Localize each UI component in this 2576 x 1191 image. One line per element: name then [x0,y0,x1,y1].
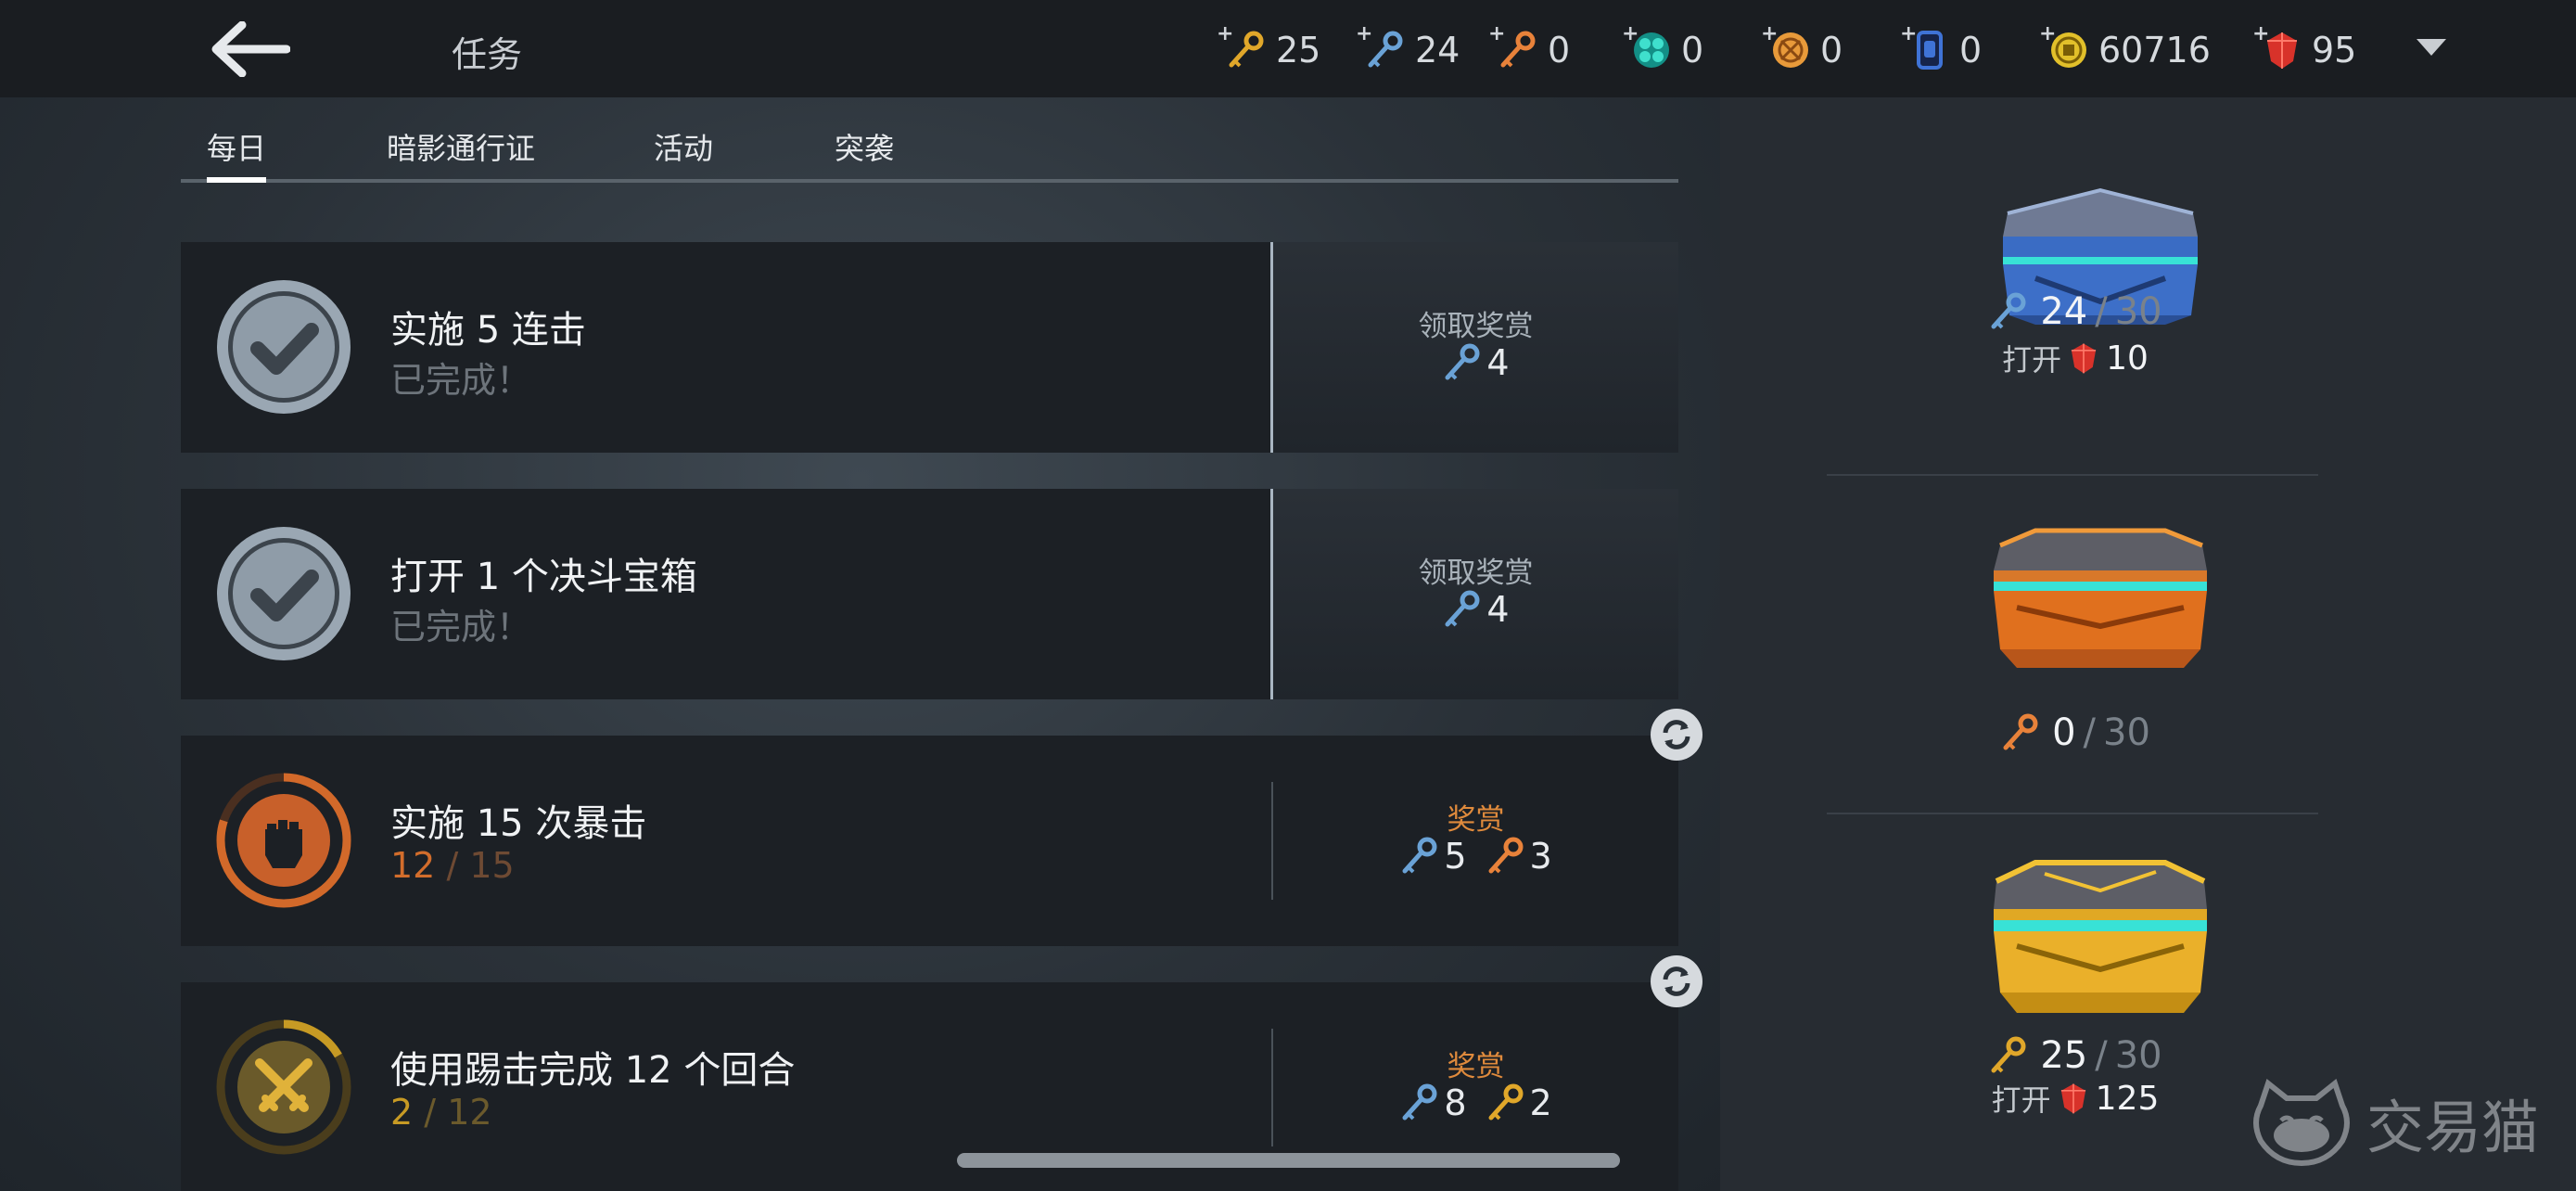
currency-blue-key[interactable]: + 24 [1356,22,1496,72]
page-title: 任务 [452,34,523,75]
cat-logo-icon [2253,1078,2350,1167]
task-status: 已完成！ [390,607,532,647]
reward-label: 领取奖赏 [1418,557,1534,590]
tab-events[interactable]: 活动 [654,125,713,179]
currency-gold-key[interactable]: + 25 [1217,22,1363,72]
task-row: 实施 15 次暴击 12 / 15 奖赏 5 3 [181,736,1678,946]
claim-reward-button[interactable]: 领取奖赏 4 [1273,242,1678,453]
orange-key-icon [1488,837,1523,874]
task-progress: 2 / 12 [390,1092,492,1133]
reward-amount: 8 [1444,1082,1467,1123]
currency-dropdown-button[interactable] [2413,33,2450,61]
blue-key-icon [1402,1083,1437,1121]
gold-key-icon [1991,1036,2026,1073]
check-icon [217,280,351,414]
blue-key-icon [1445,590,1480,627]
currency-ruby[interactable]: + 95 [2252,22,2380,72]
horizontal-scrollbar[interactable] [957,1153,1620,1168]
chest-key-count: 25 / 30 [1890,1034,2261,1077]
refresh-task-button[interactable] [1651,709,1702,761]
back-button[interactable] [206,17,295,82]
orange-chest-icon[interactable] [1980,519,2221,677]
open-chest-button[interactable]: 打开 125 [1890,1077,2261,1120]
currency-orange-orb[interactable]: + 0 [1761,22,1907,72]
reward-label: 奖赏 [1447,803,1505,837]
currency-teal-gem[interactable]: + 0 [1622,22,1768,72]
chest-key-count: 0 / 30 [1890,711,2261,754]
refresh-task-button[interactable] [1651,955,1702,1007]
blue-key-icon [1991,292,2026,329]
gold-key-icon [1488,1083,1523,1121]
currency-bar: + 25 + 24 + 0 + 0 + 0 + 0 + 60716 + 95 [1217,20,2380,80]
reward-label: 奖赏 [1447,1050,1505,1083]
task-progress: 12 / 15 [390,845,515,886]
reward-amount: 5 [1444,836,1467,877]
currency-gold-coin[interactable]: + 60716 [2039,22,2260,72]
tab-bar: 每日 暗影通行证 活动 突袭 [181,125,1678,183]
reward-amount: 3 [1529,836,1552,877]
blue-key-icon [1445,343,1480,380]
watermark: 交易猫 [2248,1078,2539,1167]
claim-reward-button[interactable]: 领取奖赏 4 [1273,489,1678,699]
currency-orange-key[interactable]: + 0 [1488,22,1629,72]
crossed-swords-icon [216,1019,351,1155]
refresh-icon [1663,720,1690,749]
task-row: 实施 5 连击 已完成！ 领取奖赏 4 [181,242,1678,453]
tab-shadow-pass[interactable]: 暗影通行证 [387,125,535,179]
task-status: 已完成！ [390,360,532,401]
orange-key-icon [2003,713,2038,750]
back-arrow-icon [211,21,290,77]
ruby-icon [2072,343,2097,374]
tasks-panel: 每日 暗影通行证 活动 突袭 实施 5 连击 已完成！ 领取奖赏 4 打开 1 … [0,97,1720,1191]
reward-amount: 2 [1529,1082,1552,1123]
reward-panel: 奖赏 5 3 [1273,736,1678,946]
ruby-icon [2060,1083,2085,1114]
chest-panel: 24 / 30 打开 10 0 / 30 25 / 30 打开 125 [1720,97,2576,1191]
reward-label: 领取奖赏 [1418,310,1534,343]
task-title: 打开 1 个决斗宝箱 [390,556,697,598]
reward-amount: 4 [1486,342,1510,383]
task-row: 打开 1 个决斗宝箱 已完成！ 领取奖赏 4 [181,489,1678,699]
fist-icon [216,773,351,908]
chest-key-count: 24 / 30 [1890,290,2261,333]
gold-chest-icon[interactable] [1980,853,2221,1020]
currency-blue-card[interactable]: + 0 [1900,22,2047,72]
tab-raid[interactable]: 突袭 [835,125,894,179]
reward-amount: 4 [1486,589,1510,630]
top-bar: 任务 + 25 + 24 + 0 + 0 + 0 + 0 + 60716 + 9… [0,0,2576,97]
refresh-icon [1663,967,1690,996]
blue-key-icon [1402,837,1437,874]
task-title: 使用踢击完成 12 个回合 [390,1049,796,1092]
chevron-down-icon [2417,39,2446,56]
task-title: 实施 15 次暴击 [390,802,647,845]
open-chest-button[interactable]: 打开 10 [1890,337,2261,379]
task-title: 实施 5 连击 [390,309,586,352]
tab-daily[interactable]: 每日 [207,125,267,183]
check-icon [217,527,351,660]
